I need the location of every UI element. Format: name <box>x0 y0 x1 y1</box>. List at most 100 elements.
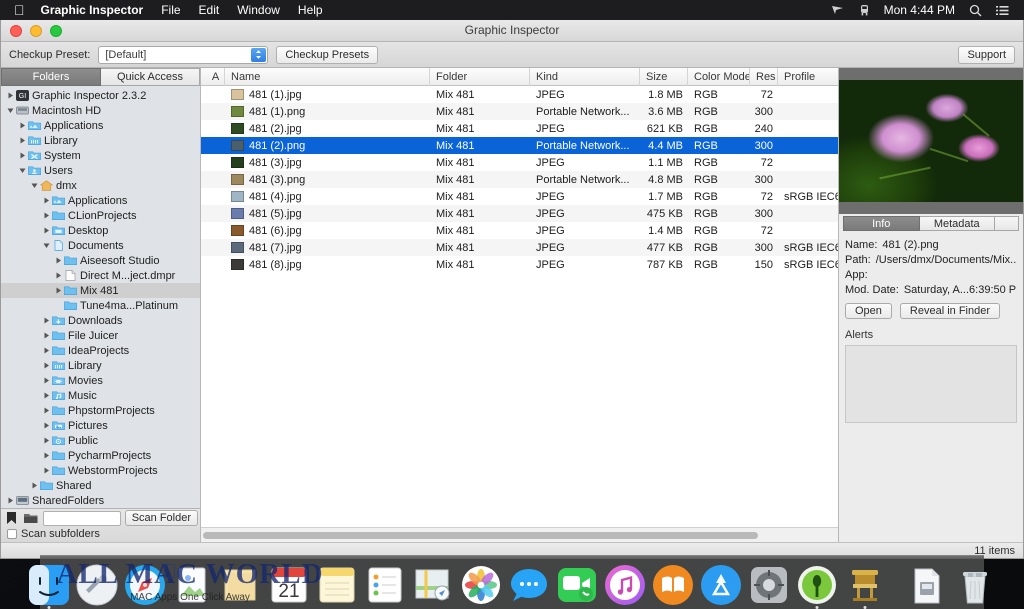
tree-item-documents[interactable]: Documents <box>1 238 200 253</box>
chevron-down-icon[interactable] <box>41 242 51 249</box>
chevron-right-icon[interactable] <box>41 227 51 234</box>
tree-item-mix-481[interactable]: Mix 481 <box>1 283 200 298</box>
chevron-right-icon[interactable] <box>5 92 15 99</box>
checkup-presets-button[interactable]: Checkup Presets <box>276 45 379 64</box>
tree-item-system[interactable]: System <box>1 148 200 163</box>
table-row[interactable]: 481 (3).jpg Mix 481 JPEG 1.1 MB RGB 72 <box>201 154 838 171</box>
tree-item-tune4ma-platinum[interactable]: Tune4ma...Platinum <box>1 298 200 313</box>
menu-item-window[interactable]: Window <box>228 0 289 20</box>
reminders-icon[interactable] <box>364 564 406 606</box>
chevron-right-icon[interactable] <box>41 467 51 474</box>
column-header-color-mode[interactable]: Color Mode <box>688 67 750 86</box>
table-row[interactable]: 481 (4).jpg Mix 481 JPEG 1.7 MB RGB 72 sRGB IE… <box>201 188 838 205</box>
file-list-header[interactable]: A Name Folder Kind Size Color Mode Res Profile <box>201 67 840 86</box>
messages-icon[interactable] <box>508 564 550 606</box>
column-header-name[interactable]: Name <box>225 67 430 86</box>
menu-item-file[interactable]: File <box>152 0 189 20</box>
table-row[interactable]: 481 (2).png Mix 481 Portable Network... 4.4… <box>201 137 838 154</box>
menu-item-edit[interactable]: Edit <box>190 0 229 20</box>
search-icon[interactable] <box>962 4 989 17</box>
chevron-right-icon[interactable] <box>41 212 51 219</box>
menu-app-name[interactable]: Graphic Inspector <box>37 0 153 20</box>
tree-item-pictures[interactable]: Pictures <box>1 418 200 433</box>
chevron-down-icon[interactable] <box>5 107 15 114</box>
table-row[interactable]: 481 (6).jpg Mix 481 JPEG 1.4 MB RGB 72 <box>201 222 838 239</box>
tree-item-dmx[interactable]: dmx <box>1 178 200 193</box>
maps-icon[interactable] <box>412 564 454 606</box>
add-folder-icon[interactable] <box>23 510 39 526</box>
table-row[interactable]: 481 (5).jpg Mix 481 JPEG 475 KB RGB 300 <box>201 205 838 222</box>
tab-extra[interactable] <box>995 216 1019 231</box>
chevron-right-icon[interactable] <box>41 362 51 369</box>
airplay-icon[interactable] <box>824 4 852 16</box>
chevron-right-icon[interactable] <box>41 332 51 339</box>
notification-center-icon[interactable] <box>989 5 1016 16</box>
tree-item-library[interactable]: Library <box>1 133 200 148</box>
checkup-preset-select[interactable]: [Default] <box>98 45 269 64</box>
chevron-right-icon[interactable] <box>5 497 15 504</box>
scrollbar-thumb[interactable] <box>203 531 758 539</box>
column-header-profile[interactable]: Profile <box>778 67 840 86</box>
table-row[interactable]: 481 (1).jpg Mix 481 JPEG 1.8 MB RGB 72 <box>201 86 838 103</box>
tree-item-direct-m-ject-dmpr[interactable]: Direct M...ject.dmpr <box>1 268 200 283</box>
chevron-right-icon[interactable] <box>41 347 51 354</box>
chevron-right-icon[interactable] <box>17 137 27 144</box>
photos-icon[interactable] <box>460 564 502 606</box>
tree-item-shared[interactable]: Shared <box>1 478 200 493</box>
chevron-right-icon[interactable] <box>41 407 51 414</box>
tree-item-desktop[interactable]: Desktop <box>1 223 200 238</box>
tab-info[interactable]: Info <box>843 216 920 231</box>
tree-item-sharedfolders[interactable]: SharedFolders <box>1 493 200 508</box>
table-row[interactable]: 481 (8).jpg Mix 481 JPEG 787 KB RGB 150 sRGB I… <box>201 256 838 273</box>
chevron-right-icon[interactable] <box>41 437 51 444</box>
table-row[interactable]: 481 (3).png Mix 481 Portable Network... 4.8… <box>201 171 838 188</box>
tree-item-applications[interactable]: Applications <box>1 118 200 133</box>
tree-item-applications[interactable]: Applications <box>1 193 200 208</box>
system-preferences-icon[interactable] <box>748 564 790 606</box>
finder-icon[interactable] <box>28 564 70 609</box>
table-row[interactable]: 481 (1).png Mix 481 Portable Network... 3.6… <box>201 103 838 120</box>
graphic-inspector-icon[interactable] <box>796 564 838 609</box>
support-button[interactable]: Support <box>958 45 1015 64</box>
chevron-right-icon[interactable] <box>53 257 63 264</box>
chevron-right-icon[interactable] <box>17 152 27 159</box>
chevron-right-icon[interactable] <box>41 317 51 324</box>
tree-item-graphic-inspector-2-3-2[interactable]: GI Graphic Inspector 2.3.2 <box>1 88 200 103</box>
tab-quick-access[interactable]: Quick Access <box>101 68 200 86</box>
scan-subfolders-row[interactable]: Scan subfolders <box>1 527 200 541</box>
tree-item-ideaprojects[interactable]: IdeaProjects <box>1 343 200 358</box>
column-header-res[interactable]: Res <box>750 67 778 86</box>
itunes-icon[interactable] <box>604 564 646 606</box>
chevron-right-icon[interactable] <box>17 122 27 129</box>
vintage-app-icon[interactable] <box>844 564 886 609</box>
folder-tree[interactable]: GI Graphic Inspector 2.3.2 Macintosh HD App… <box>1 86 200 508</box>
bookmark-icon[interactable] <box>3 510 19 526</box>
tree-item-users[interactable]: Users <box>1 163 200 178</box>
table-row[interactable]: 481 (7).jpg Mix 481 JPEG 477 KB RGB 300 sRGB I… <box>201 239 838 256</box>
file-list-horizontal-scrollbar[interactable] <box>201 527 838 542</box>
file-list-rows[interactable]: 481 (1).jpg Mix 481 JPEG 1.8 MB RGB 72 481 (1)… <box>201 86 838 527</box>
tree-item-downloads[interactable]: Downloads <box>1 313 200 328</box>
tree-item-macintosh-hd[interactable]: Macintosh HD <box>1 103 200 118</box>
preview-icon[interactable] <box>172 564 214 606</box>
notes-icon[interactable] <box>316 564 358 606</box>
chevron-right-icon[interactable] <box>53 287 63 294</box>
tree-item-file-juicer[interactable]: File Juicer <box>1 328 200 343</box>
column-header-a[interactable]: A <box>201 67 225 86</box>
alerts-list[interactable] <box>845 345 1017 423</box>
ibooks-icon[interactable] <box>652 564 694 606</box>
open-button[interactable]: Open <box>845 303 892 319</box>
tree-item-phpstormprojects[interactable]: PhpstormProjects <box>1 403 200 418</box>
column-header-folder[interactable]: Folder <box>430 67 530 86</box>
window-titlebar[interactable]: Graphic Inspector <box>1 20 1023 42</box>
tree-item-pycharmprojects[interactable]: PycharmProjects <box>1 448 200 463</box>
column-header-size[interactable]: Size <box>640 67 688 86</box>
chevron-right-icon[interactable] <box>53 272 63 279</box>
chevron-down-icon[interactable] <box>29 182 39 189</box>
menu-item-help[interactable]: Help <box>289 0 332 20</box>
folder-path-input[interactable] <box>43 510 121 526</box>
chevron-right-icon[interactable] <box>41 392 51 399</box>
tab-folders[interactable]: Folders <box>1 68 101 86</box>
tree-item-webstormprojects[interactable]: WebstormProjects <box>1 463 200 478</box>
trash-icon[interactable] <box>954 564 996 606</box>
